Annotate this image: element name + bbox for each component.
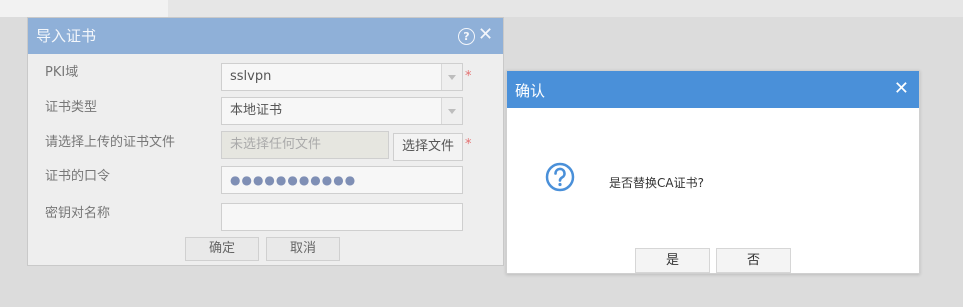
key-pair-name-input[interactable]	[221, 203, 463, 231]
top-strip-light	[0, 0, 168, 17]
chevron-down-icon[interactable]	[441, 64, 462, 90]
required-mark: *	[465, 69, 472, 84]
cert-password-label: 证书的口令	[45, 169, 111, 184]
upload-file-label: 请选择上传的证书文件	[45, 135, 176, 150]
choose-file-button[interactable]: 选择文件	[393, 133, 463, 161]
close-icon[interactable]: ✕	[478, 26, 493, 44]
chevron-down-icon[interactable]	[441, 98, 462, 124]
import-cert-dialog: 导入证书 ? ✕ PKI域 sslvpn * 证书类型 本地证书 请选择上传的证…	[27, 17, 504, 266]
confirm-message: 是否替换CA证书?	[609, 176, 704, 190]
help-icon[interactable]: ?	[458, 28, 475, 45]
file-name-field: 未选择任何文件	[221, 131, 389, 159]
yes-button[interactable]: 是	[635, 248, 710, 273]
key-pair-name-label: 密钥对名称	[45, 206, 111, 221]
pki-domain-select[interactable]: sslvpn	[221, 63, 463, 91]
close-icon[interactable]: ✕	[894, 80, 909, 98]
cert-type-value: 本地证书	[230, 103, 283, 118]
cert-type-label: 证书类型	[45, 100, 98, 115]
confirm-header: 确认 ✕	[507, 71, 919, 108]
no-button[interactable]: 否	[716, 248, 791, 273]
confirm-title: 确认	[515, 82, 546, 100]
password-mask: ●●●●●●●●●●●	[230, 173, 357, 187]
ok-button[interactable]: 确定	[185, 237, 259, 261]
import-cert-header: 导入证书 ? ✕	[28, 18, 503, 54]
question-circle-icon	[545, 162, 575, 192]
pki-domain-label: PKI域	[45, 65, 79, 80]
cert-type-select[interactable]: 本地证书	[221, 97, 463, 125]
required-mark: *	[465, 137, 472, 152]
cert-password-input[interactable]: ●●●●●●●●●●●	[221, 166, 463, 194]
cancel-button[interactable]: 取消	[266, 237, 340, 261]
file-placeholder: 未选择任何文件	[230, 137, 322, 152]
top-strip	[0, 0, 963, 17]
dialog-title: 导入证书	[36, 27, 97, 45]
confirm-dialog: 确认 ✕ 是否替换CA证书? 是 否	[506, 70, 920, 274]
pki-domain-value: sslvpn	[230, 69, 272, 84]
